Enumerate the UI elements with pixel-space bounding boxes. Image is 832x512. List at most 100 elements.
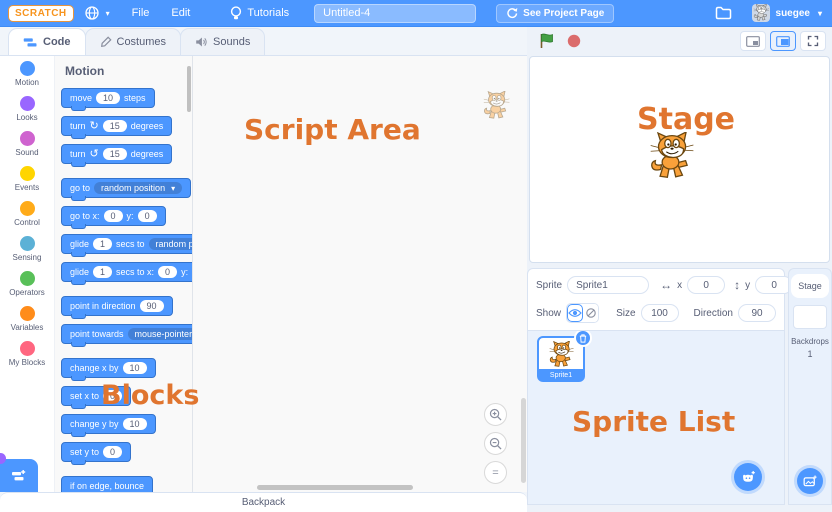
block-text: glide — [70, 239, 89, 249]
add-extension-button[interactable] — [0, 459, 38, 492]
palette-scrollbar[interactable] — [187, 66, 191, 112]
sprite-label: Sprite — [536, 280, 562, 291]
palette-block[interactable]: change x by 10 — [61, 358, 156, 378]
horizontal-scrollbar[interactable] — [257, 485, 413, 490]
y-position-icon: ↕ — [734, 278, 740, 292]
palette-block[interactable]: glide 1 secs to random position▾ — [61, 234, 193, 254]
zoom-reset-button[interactable]: = — [484, 461, 507, 484]
language-selector[interactable]: ▾ — [74, 0, 121, 27]
script-area[interactable]: = — [193, 56, 527, 492]
visibility-buttons — [566, 303, 599, 323]
block-input-oval[interactable]: 10 — [96, 92, 120, 104]
category-variables[interactable]: Variables — [0, 301, 54, 336]
sprite-thumbnail[interactable]: Sprite1 — [537, 336, 585, 382]
delete-sprite-button[interactable] — [574, 331, 592, 347]
palette-block[interactable]: change y by10 — [61, 414, 156, 434]
tab-code[interactable]: Code — [8, 28, 86, 55]
add-sprite-cat-icon — [740, 470, 756, 484]
block-input-oval[interactable]: 10 — [123, 362, 147, 374]
block-input-oval[interactable]: 15 — [103, 120, 127, 132]
block-input-oval[interactable]: 1 — [93, 238, 112, 250]
menu-file[interactable]: File — [121, 0, 161, 27]
sprite-name-input[interactable] — [567, 276, 649, 294]
palette-block[interactable]: point in direction90 — [61, 296, 173, 316]
project-name-input[interactable] — [314, 4, 476, 23]
green-flag-icon[interactable] — [533, 30, 561, 52]
backpack-bar[interactable]: Backpack — [0, 492, 527, 512]
category-label: Sound — [15, 148, 38, 157]
block-input-oval[interactable]: 90 — [140, 300, 164, 312]
scratch-logo[interactable]: SCRATCH — [8, 5, 74, 22]
x-label: x — [677, 280, 682, 291]
add-sprite-button[interactable] — [734, 463, 762, 491]
sprite-on-stage[interactable] — [646, 129, 696, 185]
fullscreen-button[interactable] — [800, 31, 826, 51]
zoom-out-button[interactable] — [484, 432, 507, 455]
block-input-oval[interactable]: 10 — [123, 418, 147, 430]
block-input-oval[interactable]: 15 — [103, 148, 127, 160]
palette-block[interactable]: turn↻15degrees — [61, 116, 172, 136]
small-stage-button[interactable] — [740, 31, 766, 51]
stage[interactable] — [529, 56, 830, 263]
category-sensing[interactable]: Sensing — [0, 231, 54, 266]
hide-sprite-button[interactable] — [583, 304, 598, 322]
tab-costumes[interactable]: Costumes — [85, 28, 182, 55]
category-events[interactable]: Events — [0, 161, 54, 196]
block-input-oval[interactable]: 0 — [103, 446, 122, 458]
block-text: change x by — [70, 363, 119, 373]
block-text: secs to — [116, 239, 145, 249]
palette-block[interactable]: if on edge, bounce — [61, 476, 153, 492]
palette-block[interactable]: go torandom position▾ — [61, 178, 191, 198]
menu-tutorials[interactable]: Tutorials — [219, 0, 300, 27]
block-input-oval[interactable]: 0 — [103, 390, 122, 402]
size-input[interactable] — [641, 304, 679, 322]
block-input-oval[interactable]: 0 — [158, 266, 177, 278]
direction-input[interactable] — [738, 304, 776, 322]
sensing-category-dot-icon — [20, 236, 35, 251]
block-text: y: — [127, 211, 134, 221]
block-dropdown[interactable]: random position▾ — [94, 182, 182, 194]
palette-block[interactable]: set x to0 — [61, 386, 131, 406]
block-input-oval[interactable]: 0 — [138, 210, 157, 222]
operators-category-dot-icon — [20, 271, 35, 286]
vertical-scrollbar[interactable] — [521, 398, 526, 483]
control-category-dot-icon — [20, 201, 35, 216]
palette-block[interactable]: glide1secs to x:0y:0 — [61, 262, 193, 282]
tab-sounds[interactable]: Sounds — [180, 28, 265, 55]
block-dropdown[interactable]: random position▾ — [149, 238, 193, 250]
x-position-input[interactable] — [687, 276, 725, 294]
see-project-page-button[interactable]: See Project Page — [496, 4, 614, 23]
category-my-blocks[interactable]: My Blocks — [0, 336, 54, 371]
palette-block[interactable]: turn↺15degrees — [61, 144, 172, 164]
large-stage-button[interactable] — [770, 31, 796, 51]
palette-block[interactable]: point towardsmouse-pointer▾ — [61, 324, 193, 344]
category-operators[interactable]: Operators — [0, 266, 54, 301]
globe-icon — [85, 6, 99, 20]
stop-icon[interactable] — [561, 31, 587, 51]
category-sound[interactable]: Sound — [0, 126, 54, 161]
zoom-controls: = — [484, 403, 507, 484]
palette-block[interactable]: go to x:0y:0 — [61, 206, 166, 226]
category-looks[interactable]: Looks — [0, 91, 54, 126]
show-sprite-button[interactable] — [567, 304, 583, 322]
palette-block[interactable]: move10steps — [61, 88, 155, 108]
stage-selector-panel[interactable]: Stage Backdrops 1 — [788, 268, 832, 505]
add-backdrop-button[interactable] — [797, 468, 823, 494]
backdrop-thumbnail[interactable] — [793, 305, 827, 329]
cat-watermark-icon — [481, 89, 511, 123]
stage-selector-title[interactable]: Stage — [791, 274, 829, 298]
account-menu[interactable]: suegee ▾ — [742, 4, 832, 22]
rotate-counterclockwise-icon: ↺ — [90, 150, 99, 159]
block-input-oval[interactable]: 0 — [104, 210, 123, 222]
palette-header: Motion — [65, 64, 192, 78]
block-dropdown[interactable]: mouse-pointer▾ — [128, 328, 193, 340]
menu-edit[interactable]: Edit — [160, 0, 201, 27]
my-stuff-folder-icon[interactable] — [705, 6, 742, 20]
palette-block[interactable]: set y to0 — [61, 442, 131, 462]
chevron-down-icon: ▾ — [171, 184, 175, 193]
category-motion[interactable]: Motion — [0, 56, 54, 91]
block-input-oval[interactable]: 1 — [93, 266, 112, 278]
sprite-list[interactable]: Sprite1 — [527, 331, 785, 505]
zoom-in-button[interactable] — [484, 403, 507, 426]
category-control[interactable]: Control — [0, 196, 54, 231]
